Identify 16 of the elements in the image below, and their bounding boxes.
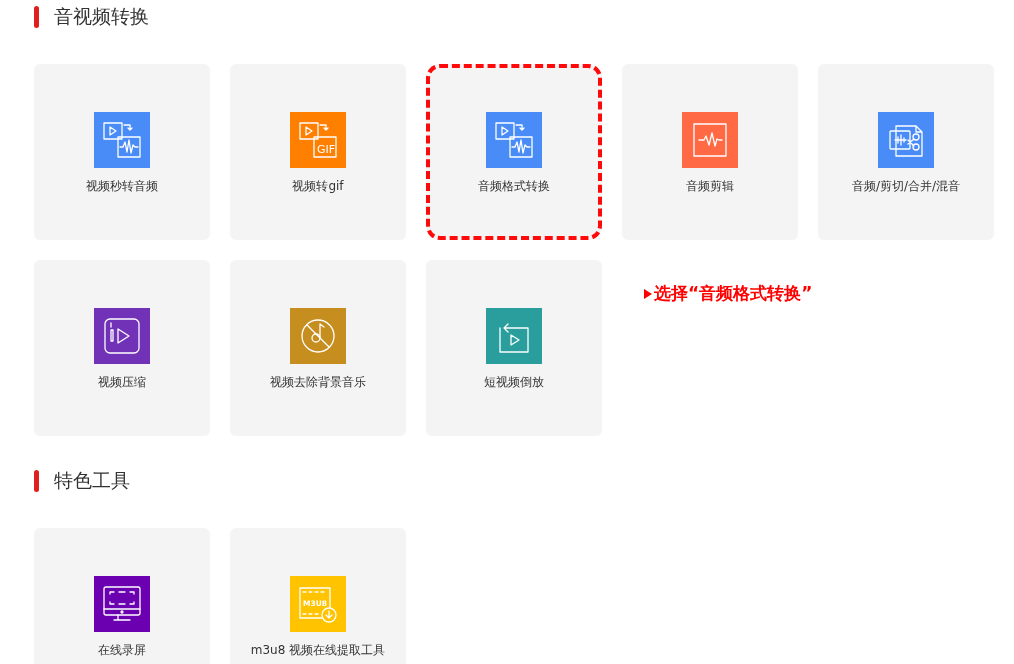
tool-card[interactable]: 在线录屏 — [34, 528, 210, 664]
section-marker — [34, 470, 39, 492]
section-marker — [34, 6, 39, 28]
tool-card[interactable]: 短视频倒放 — [426, 260, 602, 436]
video-gif-icon: GIF — [290, 112, 346, 168]
tool-card[interactable]: 音频剪辑 — [622, 64, 798, 240]
section-title: 特色工具 — [54, 468, 130, 493]
tool-card[interactable]: 视频压缩 — [34, 260, 210, 436]
tool-card[interactable]: 音频格式转换 — [426, 64, 602, 240]
tool-card[interactable]: GIF 视频转gif — [230, 64, 406, 240]
tool-card[interactable]: 视频去除背景音乐 — [230, 260, 406, 436]
tool-card[interactable]: 音频/剪切/合并/混音 — [818, 64, 994, 240]
section-title: 音视频转换 — [54, 4, 149, 29]
tool-card[interactable]: 视频秒转音频 — [34, 64, 210, 240]
triangle-icon — [644, 288, 652, 299]
annotation-text: 选择“音频格式转换” — [644, 282, 813, 305]
